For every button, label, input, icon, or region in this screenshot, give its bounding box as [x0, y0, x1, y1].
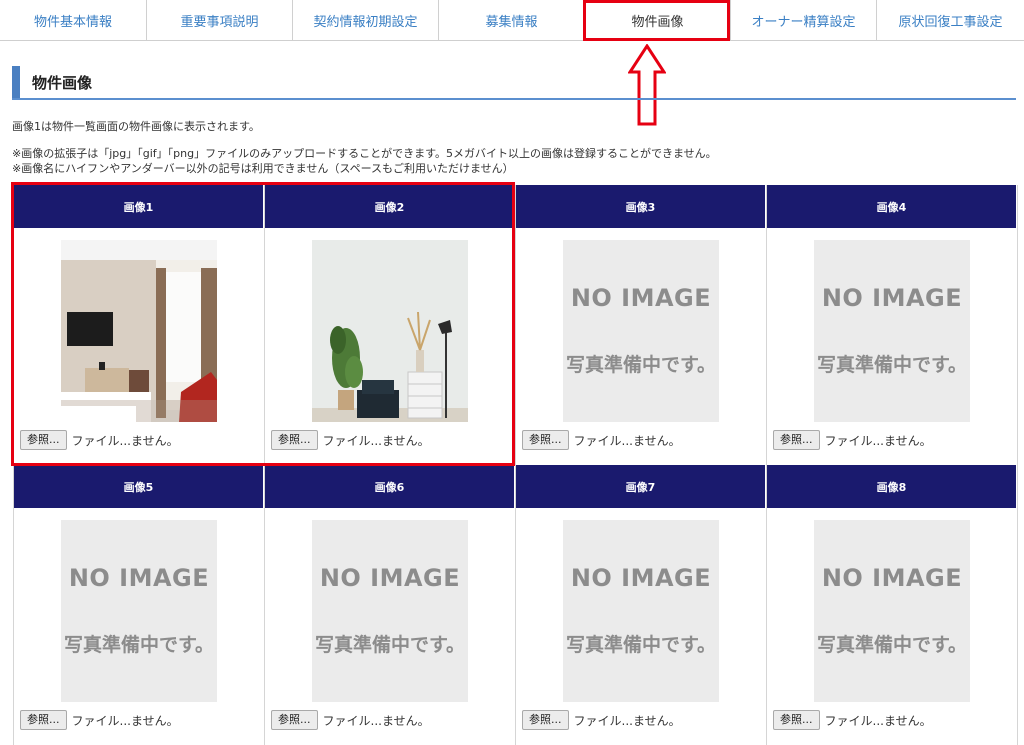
browse-button[interactable]: 参照...	[773, 710, 820, 730]
title-accent-bar	[12, 66, 20, 98]
image-slot-header: 画像6	[265, 465, 515, 508]
note-file-types: ※画像の拡張子は「jpg」「gif」「png」ファイルのみアップロードすることが…	[12, 147, 717, 160]
note-primary-image: 画像1は物件一覧画面の物件画像に表示されます。	[12, 120, 260, 133]
section-header: 物件画像	[12, 66, 1016, 100]
no-image-placeholder: NO IMAGE 写真準備中です。	[814, 520, 970, 702]
file-upload-row: 参照... ファイル...ません。	[271, 430, 430, 450]
image-slot-8: 画像8 NO IMAGE 写真準備中です。 参照... ファイル...ません。	[767, 465, 1018, 745]
page-title: 物件画像	[32, 74, 93, 92]
image-slot-3: 画像3 NO IMAGE 写真準備中です。 参照... ファイル...ません。	[516, 185, 767, 465]
image-slot-6: 画像6 NO IMAGE 写真準備中です。 参照... ファイル...ません。	[265, 465, 516, 745]
room-photo-2	[312, 240, 468, 422]
no-image-placeholder: NO IMAGE 写真準備中です。	[312, 520, 468, 702]
browse-button[interactable]: 参照...	[271, 710, 318, 730]
image-slot-2: 画像2 参照... ファイル...ません。	[265, 185, 516, 465]
note-file-name-rules: ※画像名にハイフンやアンダーバー以外の記号は利用できません（スペースもご利用いた…	[12, 162, 514, 175]
no-image-placeholder: NO IMAGE 写真準備中です。	[61, 520, 217, 702]
no-image-placeholder: NO IMAGE 写真準備中です。	[563, 240, 719, 422]
browse-button[interactable]: 参照...	[20, 710, 67, 730]
image-slot-header: 画像2	[265, 185, 515, 228]
image-slot-7: 画像7 NO IMAGE 写真準備中です。 参照... ファイル...ません。	[516, 465, 767, 745]
image-slot-header: 画像7	[516, 465, 766, 508]
tab-contract-initial-settings[interactable]: 契約情報初期設定	[293, 0, 439, 40]
image-slot-5: 画像5 NO IMAGE 写真準備中です。 参照... ファイル...ません。	[14, 465, 265, 745]
tab-important-matters[interactable]: 重要事項説明	[147, 0, 293, 40]
file-upload-row: 参照... ファイル...ません。	[20, 710, 179, 730]
image-slot-header: 画像5	[14, 465, 264, 508]
file-upload-row: 参照... ファイル...ません。	[20, 430, 179, 450]
image-slot-header: 画像3	[516, 185, 766, 228]
browse-button[interactable]: 参照...	[522, 430, 569, 450]
image-slot-header: 画像4	[767, 185, 1017, 228]
tab-bar: 物件基本情報 重要事項説明 契約情報初期設定 募集情報 物件画像 オーナー精算設…	[0, 0, 1024, 41]
file-upload-row: 参照... ファイル...ません。	[773, 710, 932, 730]
no-image-placeholder: NO IMAGE 写真準備中です。	[814, 240, 970, 422]
browse-button[interactable]: 参照...	[20, 430, 67, 450]
image-grid: 画像1 参照... ファイル...ません。 画像2 参照... ファイル...ま…	[13, 185, 1018, 745]
file-upload-row: 参照... ファイル...ません。	[773, 430, 932, 450]
tab-owner-settlement[interactable]: オーナー精算設定	[731, 0, 877, 40]
browse-button[interactable]: 参照...	[522, 710, 569, 730]
file-upload-row: 参照... ファイル...ません。	[522, 710, 681, 730]
tab-property-images[interactable]: 物件画像	[585, 0, 731, 40]
file-upload-row: 参照... ファイル...ません。	[271, 710, 430, 730]
file-status-text: ファイル...ません。	[573, 433, 681, 448]
room-photo-1	[61, 240, 217, 422]
file-status-text: ファイル...ません。	[71, 713, 179, 728]
image-slot-header: 画像1	[14, 185, 264, 228]
file-status-text: ファイル...ません。	[573, 713, 681, 728]
tab-restoration-work[interactable]: 原状回復工事設定	[877, 0, 1024, 40]
file-status-text: ファイル...ません。	[322, 433, 430, 448]
tab-property-basic[interactable]: 物件基本情報	[0, 0, 147, 40]
tab-recruitment-info[interactable]: 募集情報	[439, 0, 585, 40]
file-status-text: ファイル...ません。	[824, 433, 932, 448]
file-status-text: ファイル...ません。	[824, 713, 932, 728]
browse-button[interactable]: 参照...	[271, 430, 318, 450]
image-slot-header: 画像8	[767, 465, 1017, 508]
browse-button[interactable]: 参照...	[773, 430, 820, 450]
file-status-text: ファイル...ません。	[322, 713, 430, 728]
image-slot-1: 画像1 参照... ファイル...ません。	[14, 185, 265, 465]
file-upload-row: 参照... ファイル...ません。	[522, 430, 681, 450]
image-slot-4: 画像4 NO IMAGE 写真準備中です。 参照... ファイル...ません。	[767, 185, 1018, 465]
file-status-text: ファイル...ません。	[71, 433, 179, 448]
no-image-placeholder: NO IMAGE 写真準備中です。	[563, 520, 719, 702]
